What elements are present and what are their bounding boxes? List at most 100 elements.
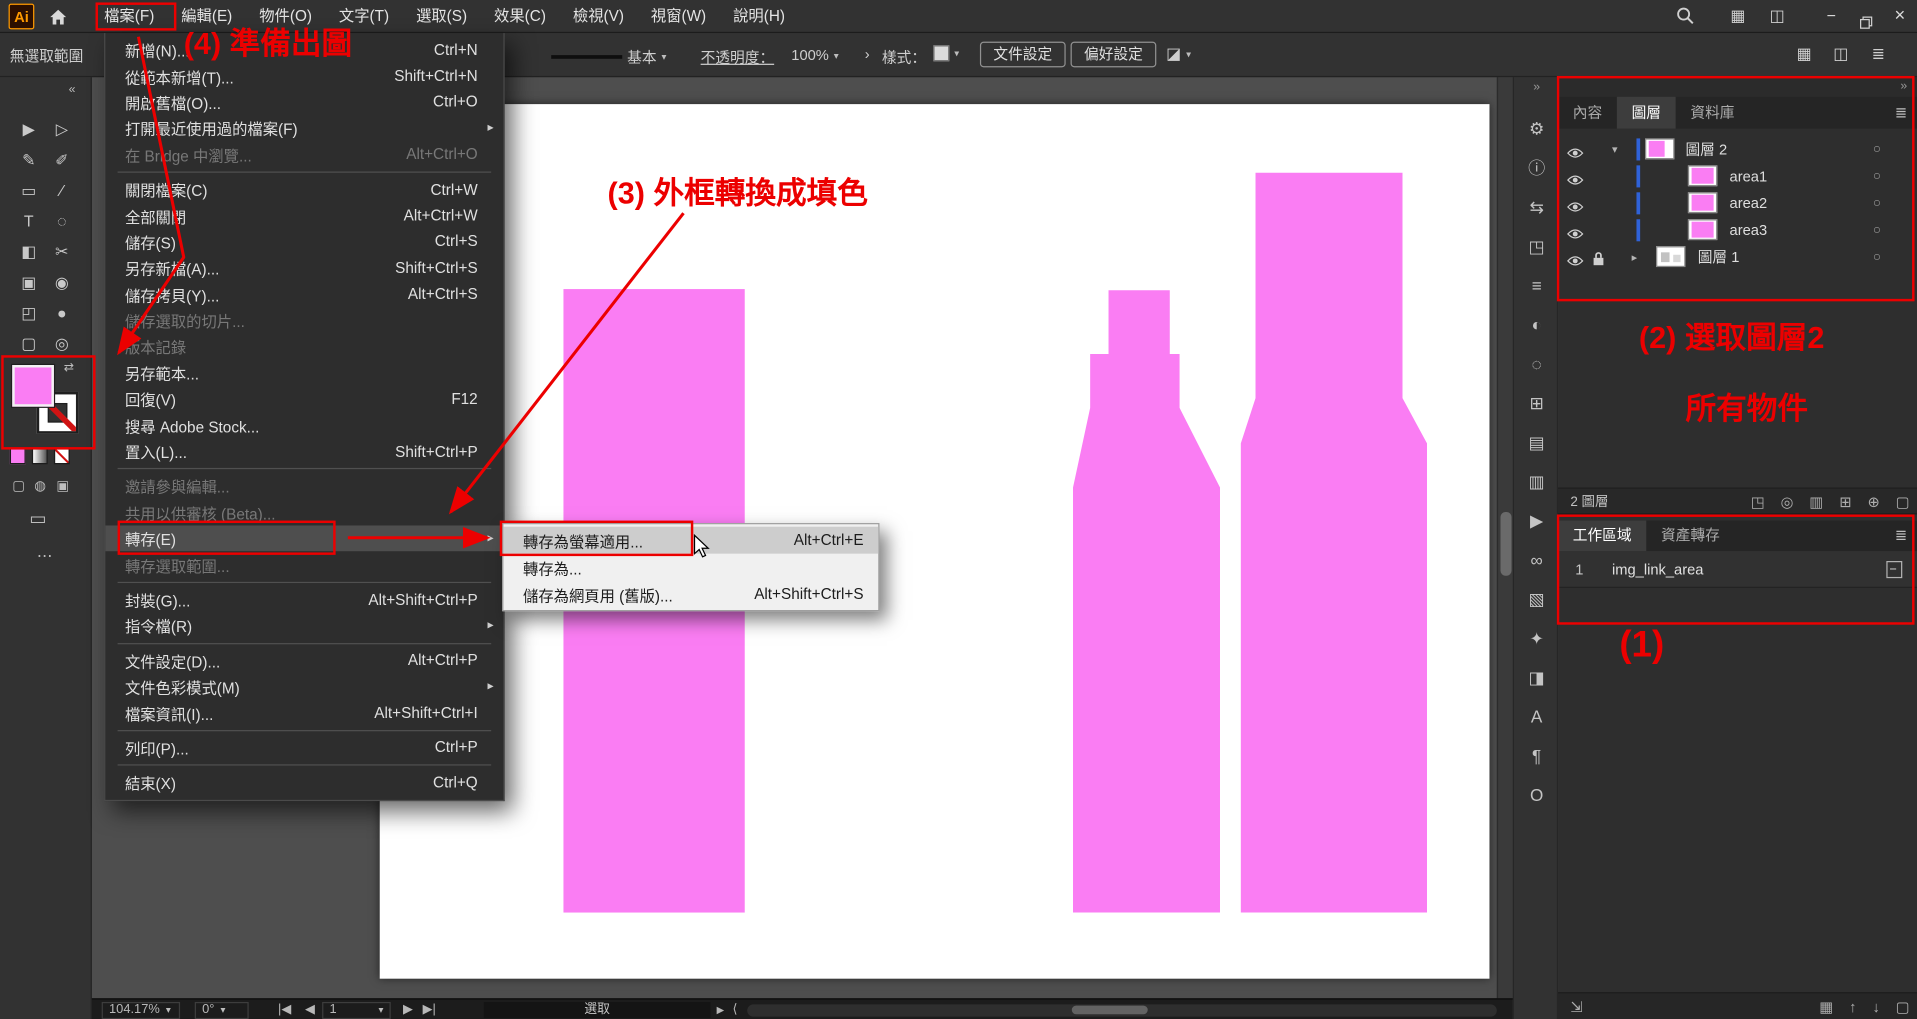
document-setup-button[interactable]: 文件設定 xyxy=(980,42,1066,68)
collapse-dock-icon[interactable]: » xyxy=(1900,80,1907,93)
scissors-tool[interactable]: ✂ xyxy=(45,236,78,267)
minimize-icon[interactable]: − xyxy=(1814,0,1848,33)
file-menu-item[interactable]: 共用以供審核 (Beta)... xyxy=(105,499,503,525)
selection-tool[interactable]: ▶ xyxy=(12,114,45,145)
object-name[interactable]: area1 xyxy=(1730,163,1768,190)
horizontal-scrollbar[interactable] xyxy=(747,1004,1497,1016)
grid-view-icon[interactable]: ▦ xyxy=(1797,44,1812,64)
file-menu-item[interactable]: 打開最近使用過的檔案(F) ▸ xyxy=(105,115,503,141)
close-icon[interactable]: × xyxy=(1883,0,1917,33)
type-tool[interactable]: T xyxy=(12,206,45,237)
file-menu-item[interactable]: 另存新檔(A)... Shift+Ctrl+S xyxy=(105,255,503,281)
resize-panel-icon[interactable]: ⇲ xyxy=(1570,993,1582,1019)
menubar-item[interactable]: 物件(O) xyxy=(246,0,326,33)
file-menu-item[interactable]: 新增(N)... Ctrl+N xyxy=(105,37,503,63)
layer-row-area2[interactable]: area2 ○ xyxy=(1558,190,1917,217)
selection-options-dropdown[interactable]: ◪▾ xyxy=(1166,44,1191,64)
properties-icon[interactable]: ⚙ xyxy=(1514,109,1559,148)
pen-tool[interactable]: ✎ xyxy=(12,145,45,176)
swatches-icon[interactable]: ▧ xyxy=(1514,579,1559,618)
color-icon[interactable]: ◨ xyxy=(1514,658,1559,697)
menubar-item[interactable]: 說明(H) xyxy=(720,0,799,33)
visibility-eye-icon[interactable] xyxy=(1567,251,1584,273)
layer-thumbnail[interactable] xyxy=(1656,246,1685,267)
object-name[interactable]: area2 xyxy=(1730,190,1768,217)
draw-inside-icon[interactable]: ▣ xyxy=(56,478,69,494)
file-menu-item[interactable]: 版本記錄 xyxy=(105,334,503,360)
magenta-large-bottle-shape[interactable] xyxy=(1241,173,1427,913)
horizontal-scrollbar-thumb[interactable] xyxy=(1072,1006,1148,1015)
delete-artboard-icon[interactable]: ▢ xyxy=(1896,998,1910,1015)
actions-icon[interactable]: ▶ xyxy=(1514,501,1559,540)
file-menu-item[interactable]: 檔案資訊(I)... Alt+Shift+Ctrl+I xyxy=(105,700,503,726)
opacity-label[interactable]: 不透明度： xyxy=(701,47,775,68)
character-icon[interactable]: A xyxy=(1514,697,1559,736)
locate-object-icon[interactable]: ◎ xyxy=(1781,494,1794,511)
gradient-icon[interactable]: ◐ xyxy=(1514,305,1559,344)
direct-selection-tool[interactable]: ▷ xyxy=(45,114,78,145)
file-menu-item[interactable]: 轉存選取範圍... xyxy=(105,552,503,578)
file-menu-item[interactable]: 列印(P)... Ctrl+P xyxy=(105,735,503,761)
status-play-icon[interactable]: ▶ xyxy=(717,1000,725,1019)
search-icon[interactable] xyxy=(1676,6,1694,28)
expand-panels-icon[interactable]: » xyxy=(1514,81,1559,94)
file-menu-item[interactable]: 從範本新增(T)... Shift+Ctrl+N xyxy=(105,63,503,89)
rotate-tool[interactable]: ◌ xyxy=(45,206,78,237)
export-submenu-item[interactable]: 轉存為螢幕適用... Alt+Ctrl+E xyxy=(503,527,878,554)
lock-icon[interactable] xyxy=(1592,250,1604,272)
opacity-dropdown[interactable]: 100%▾ xyxy=(791,47,838,64)
tab-layers[interactable]: 圖層 xyxy=(1617,97,1676,129)
collect-for-export-icon[interactable]: ◳ xyxy=(1751,494,1765,511)
none-mode-icon[interactable] xyxy=(54,448,70,464)
preferences-button[interactable]: 偏好設定 xyxy=(1071,42,1157,68)
draw-normal-icon[interactable]: ▢ xyxy=(12,478,25,494)
menubar-item[interactable]: 編輯(E) xyxy=(168,0,246,33)
opentype-icon[interactable]: O xyxy=(1514,775,1559,814)
shape-builder-tool[interactable]: ◰ xyxy=(12,298,45,329)
transform-icon[interactable]: ⇆ xyxy=(1514,187,1559,226)
next-artboard-icon[interactable]: ▶ xyxy=(403,1000,413,1019)
menubar-item[interactable]: 選取(S) xyxy=(403,0,481,33)
target-circle-icon[interactable]: ○ xyxy=(1873,244,1881,271)
collapse-panel-icon[interactable]: « xyxy=(69,83,76,96)
file-menu-item[interactable]: 儲存拷貝(Y)... Alt+Ctrl+S xyxy=(105,281,503,307)
gradient-mode-icon[interactable] xyxy=(32,448,48,464)
eyedropper-tool[interactable]: ◉ xyxy=(45,267,78,298)
restore-icon[interactable] xyxy=(1848,0,1882,33)
last-artboard-icon[interactable]: ▶| xyxy=(423,1000,436,1019)
file-menu-item[interactable]: 儲存選取的切片... xyxy=(105,307,503,333)
transparency-icon[interactable]: ◌ xyxy=(1514,344,1559,383)
file-menu-item[interactable]: 邀請參與編輯... xyxy=(105,473,503,499)
info-icon[interactable]: ⓘ xyxy=(1514,148,1559,187)
curvature-tool[interactable]: ✐ xyxy=(45,145,78,176)
symbols-icon[interactable]: ⊞ xyxy=(1514,383,1559,422)
target-circle-icon[interactable]: ○ xyxy=(1873,190,1881,217)
move-up-icon[interactable]: ↑ xyxy=(1849,998,1856,1015)
panel-menu-icon[interactable]: ≣ xyxy=(1885,521,1917,552)
delete-layer-icon[interactable]: ▢ xyxy=(1896,494,1910,511)
zoom-dropdown[interactable]: 104.17%▾ xyxy=(102,1001,180,1018)
expand-layer-icon[interactable]: ▸ xyxy=(1632,244,1638,271)
menubar-item[interactable]: 文字(T) xyxy=(325,0,402,33)
file-menu-item[interactable]: 另存範本... xyxy=(105,360,503,386)
file-menu-item[interactable]: 儲存(S) Ctrl+S xyxy=(105,229,503,255)
align-icon[interactable]: ≡ xyxy=(1514,266,1559,305)
layer-row-layer1[interactable]: ▸ 圖層 1 ○ xyxy=(1558,244,1917,271)
file-menu-item[interactable]: 置入(L)... Shift+Ctrl+P xyxy=(105,438,503,464)
file-menu-item[interactable]: 文件色彩模式(M) ▸ xyxy=(105,674,503,700)
artboard-name[interactable]: img_link_area xyxy=(1612,551,1704,588)
make-mask-icon[interactable]: ▥ xyxy=(1809,494,1823,511)
artboard-page-icon[interactable] xyxy=(1886,561,1902,578)
target-circle-icon[interactable]: ○ xyxy=(1873,163,1881,190)
tab-properties[interactable]: 內容 xyxy=(1558,97,1617,129)
new-layer-icon[interactable]: ⊕ xyxy=(1867,494,1879,511)
export-submenu-item[interactable]: 轉存為... xyxy=(503,554,878,581)
links-icon[interactable]: ∞ xyxy=(1514,540,1559,579)
layer-row-area1[interactable]: area1 ○ xyxy=(1558,163,1917,190)
file-menu-item[interactable]: 在 Bridge 中瀏覽... Alt+Ctrl+O xyxy=(105,142,503,168)
magenta-small-bottle-shape[interactable] xyxy=(1073,290,1220,912)
blend-tool[interactable]: ● xyxy=(45,298,78,329)
file-menu-item[interactable]: 轉存(E) ▸ xyxy=(105,526,503,552)
more-options-icon[interactable]: › xyxy=(865,45,870,62)
file-menu-item[interactable]: 開啟舊檔(O)... Ctrl+O xyxy=(105,89,503,115)
